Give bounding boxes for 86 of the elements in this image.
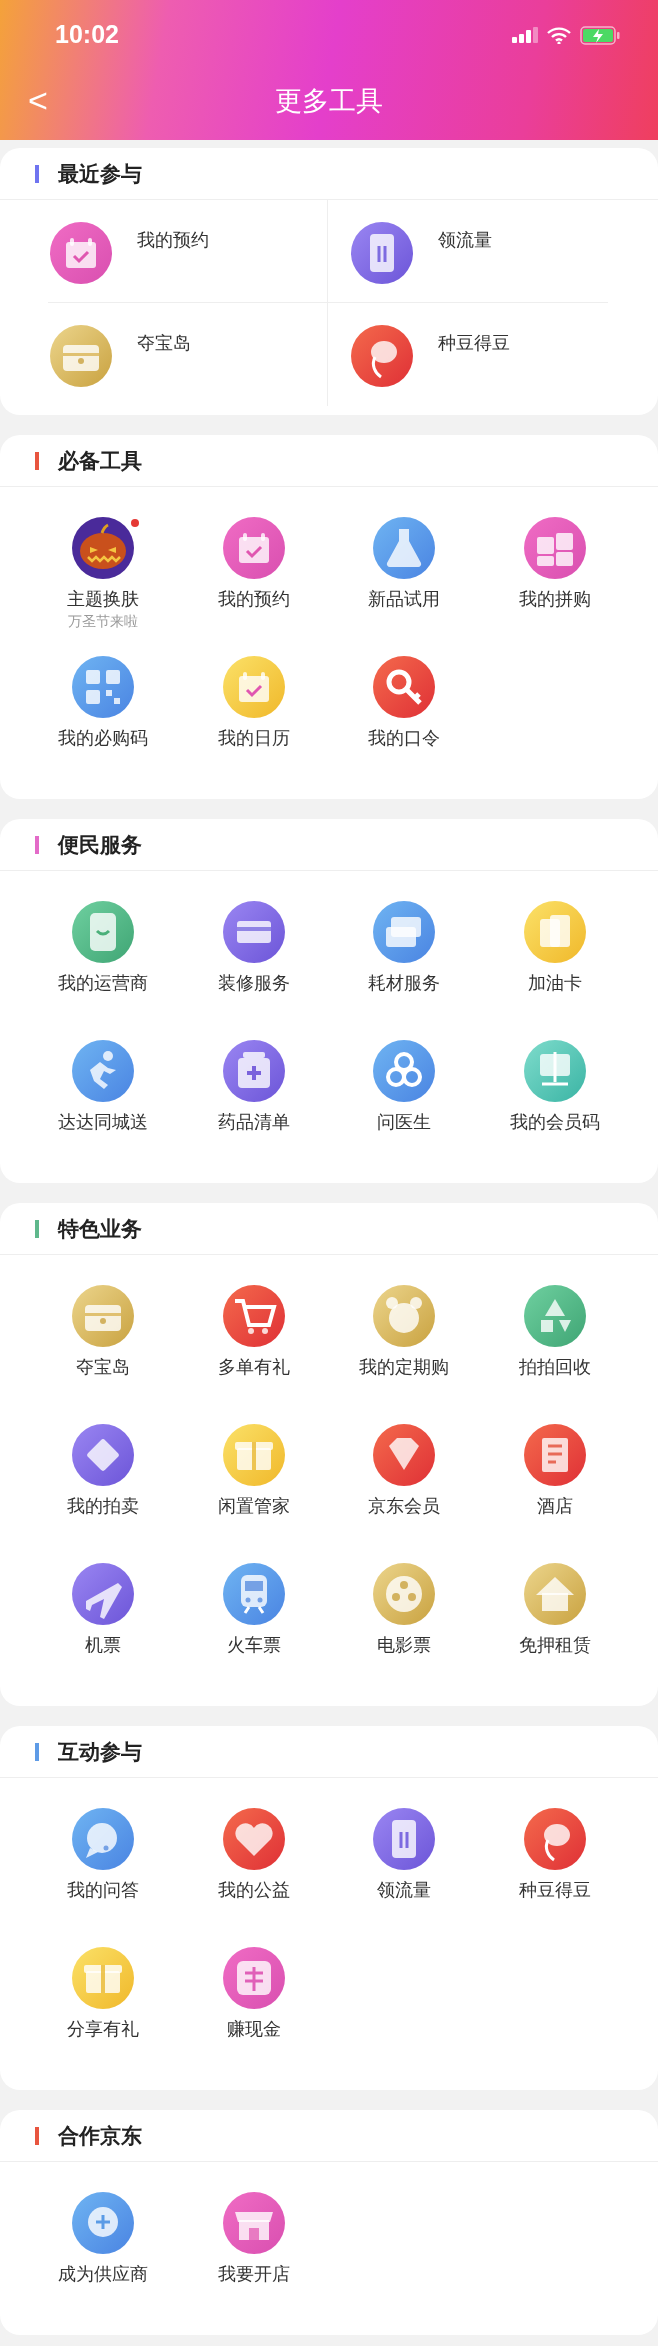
tool-label[interactable]: 成为供应商 — [58, 2263, 149, 2285]
tool-label[interactable]: 闲置管家 — [217, 1495, 290, 1517]
tool-label[interactable]: 我的会员码 — [509, 1111, 600, 1133]
runner-icon — [72, 1040, 135, 1102]
train-icon — [222, 1563, 285, 1625]
house-icon — [523, 1563, 586, 1625]
bean-icon — [351, 325, 413, 387]
item-label: 我的预约 — [137, 229, 209, 252]
phone-icon — [351, 222, 413, 284]
building-icon — [523, 1424, 586, 1486]
chest-icon — [72, 1285, 135, 1347]
recent-item[interactable]: 我的预约 — [50, 222, 209, 284]
item-label: 夺宝岛 — [137, 332, 191, 355]
tool-label[interactable]: 药品清单 — [217, 1111, 290, 1133]
phone-icon — [373, 1808, 436, 1870]
gift-icon — [222, 1424, 285, 1486]
tool-label[interactable]: 我的日历 — [217, 727, 290, 749]
tool-subtitle: 万圣节来啦 — [68, 612, 139, 630]
tool-label[interactable]: 我的拼购 — [518, 588, 591, 610]
signal-icon — [512, 27, 538, 43]
knot-icon — [373, 1040, 436, 1102]
tool-label[interactable]: 我要开店 — [217, 2263, 290, 2285]
tool-label[interactable]: 问医生 — [377, 1111, 432, 1133]
recent-item[interactable]: 领流量 — [351, 222, 492, 284]
tool-label[interactable]: 京东会员 — [368, 1495, 441, 1517]
battery-icon — [580, 25, 620, 45]
tool-label[interactable]: 赚现金 — [226, 2018, 281, 2040]
recent-item[interactable]: 种豆得豆 — [351, 325, 510, 387]
pumpkin-icon — [72, 517, 135, 579]
recent-item[interactable]: 夺宝岛 — [50, 325, 191, 387]
calendar-icon — [222, 656, 285, 718]
flask-icon — [373, 517, 436, 579]
section-title: 必备工具 — [58, 447, 142, 474]
wifi-icon — [547, 26, 571, 44]
layers-icon — [373, 901, 436, 963]
card-icon — [222, 901, 285, 963]
cards-icon — [523, 901, 586, 963]
tool-label[interactable]: 达达同城送 — [58, 1111, 149, 1133]
gift-icon — [72, 1947, 135, 2009]
tool-label[interactable]: 我的预约 — [217, 588, 290, 610]
tool-label[interactable]: 主题换肤 — [67, 588, 140, 610]
tool-label[interactable]: 火车票 — [226, 1634, 281, 1656]
item-label: 领流量 — [438, 229, 492, 252]
tool-label[interactable]: 我的口令 — [368, 727, 441, 749]
tool-label[interactable]: 我的公益 — [217, 1879, 290, 1901]
tool-label[interactable]: 酒店 — [536, 1495, 573, 1517]
tool-label[interactable]: 夺宝岛 — [76, 1356, 131, 1378]
tool-label[interactable]: 拍拍回收 — [518, 1356, 591, 1378]
key-icon — [373, 656, 436, 718]
section-title: 特色业务 — [58, 1215, 142, 1242]
puzzle-icon — [523, 517, 586, 579]
speech-bubble-icon — [72, 1808, 135, 1870]
tool-label[interactable]: 我的必购码 — [58, 727, 149, 749]
tool-label[interactable]: 耗材服务 — [368, 972, 441, 994]
section-title: 最近参与 — [58, 160, 142, 187]
tool-label[interactable]: 我的运营商 — [58, 972, 149, 994]
medicine-box-icon — [222, 1040, 285, 1102]
tool-label[interactable]: 分享有礼 — [67, 2018, 140, 2040]
phone-icon — [72, 901, 135, 963]
tool-label[interactable]: 多单有礼 — [217, 1356, 290, 1378]
gem-icon — [373, 1424, 436, 1486]
qr-code-icon — [72, 656, 135, 718]
chest-icon — [50, 325, 112, 387]
tool-label[interactable]: 加油卡 — [527, 972, 582, 994]
section-title: 便民服务 — [58, 831, 142, 858]
tool-label[interactable]: 新品试用 — [368, 588, 441, 610]
film-reel-icon — [373, 1563, 436, 1625]
calendar-icon — [222, 517, 285, 579]
tool-label[interactable]: 免押租赁 — [518, 1634, 591, 1656]
tool-label[interactable]: 我的定期购 — [359, 1356, 450, 1378]
tool-label[interactable]: 我的问答 — [67, 1879, 140, 1901]
cart-icon — [222, 1285, 285, 1347]
tool-label[interactable]: 领流量 — [377, 1879, 432, 1901]
status-time: 10:02 — [55, 19, 119, 51]
tool-label[interactable]: 我的拍卖 — [67, 1495, 140, 1517]
tool-label[interactable]: 电影票 — [377, 1634, 432, 1656]
storefront-icon — [222, 2192, 285, 2254]
section-title: 互动参与 — [58, 1738, 142, 1765]
page-title: 更多工具 — [275, 84, 383, 118]
tool-label[interactable]: 装修服务 — [217, 972, 290, 994]
tool-label[interactable]: 机票 — [85, 1634, 122, 1656]
bean-icon — [523, 1808, 586, 1870]
calendar-icon — [50, 222, 112, 284]
section-title: 合作京东 — [58, 2122, 142, 2149]
tool-label[interactable]: 种豆得豆 — [518, 1879, 591, 1901]
item-label: 种豆得豆 — [438, 332, 510, 355]
